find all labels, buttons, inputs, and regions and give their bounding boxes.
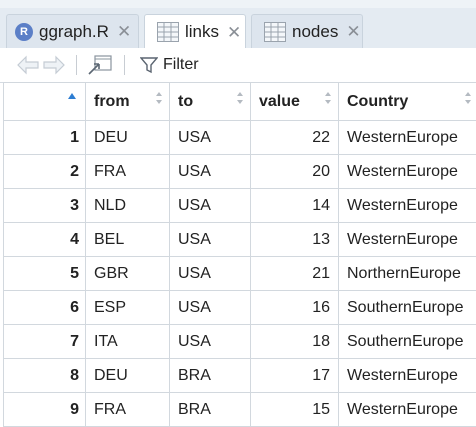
filter-label: Filter <box>163 56 199 74</box>
tab-bar: R ggraph.R ✕ links ✕ nodes ✕ <box>0 0 476 49</box>
toolbar-separator <box>124 55 125 75</box>
cell-to: USA <box>170 291 251 325</box>
tab-ggraph-r[interactable]: R ggraph.R ✕ <box>6 14 139 48</box>
show-in-window-icon[interactable] <box>87 54 113 76</box>
table-row: 3 NLD USA 14 WesternEurope <box>4 189 476 223</box>
close-icon[interactable]: ✕ <box>227 24 241 41</box>
sort-ascending-icon <box>67 92 77 100</box>
cell-value: 13 <box>251 223 339 257</box>
row-index: 7 <box>4 325 86 359</box>
cell-to: USA <box>170 257 251 291</box>
cell-value: 16 <box>251 291 339 325</box>
cell-value: 17 <box>251 359 339 393</box>
cell-country: WesternEurope <box>339 393 476 427</box>
row-index: 6 <box>4 291 86 325</box>
data-grid: from to value <box>3 82 476 427</box>
table-row: 4 BEL USA 13 WesternEurope <box>4 223 476 257</box>
table-row: 8 DEU BRA 17 WesternEurope <box>4 359 476 393</box>
cell-to: USA <box>170 325 251 359</box>
column-header-country[interactable]: Country <box>339 83 476 121</box>
filter-icon <box>140 56 158 74</box>
table-row: 9 FRA BRA 15 WesternEurope <box>4 393 476 427</box>
tab-links[interactable]: links ✕ <box>144 14 246 49</box>
table-row: 2 FRA USA 20 WesternEurope <box>4 155 476 189</box>
forward-arrow-icon[interactable] <box>42 54 66 76</box>
close-icon[interactable]: ✕ <box>346 23 360 40</box>
cell-to: BRA <box>170 393 251 427</box>
r-file-icon: R <box>15 23 33 41</box>
tab-nodes[interactable]: nodes ✕ <box>251 14 363 48</box>
cell-to: USA <box>170 223 251 257</box>
table-row: 5 GBR USA 21 NorthernEurope <box>4 257 476 291</box>
column-header-from[interactable]: from <box>86 83 170 121</box>
column-header-label: value <box>259 93 300 110</box>
row-index: 3 <box>4 189 86 223</box>
cell-country: SouthernEurope <box>339 291 476 325</box>
table-row: 7 ITA USA 18 SouthernEurope <box>4 325 476 359</box>
cell-to: USA <box>170 121 251 155</box>
back-arrow-icon[interactable] <box>16 54 40 76</box>
cell-value: 20 <box>251 155 339 189</box>
table-icon <box>264 22 286 42</box>
cell-from: GBR <box>86 257 170 291</box>
cell-from: NLD <box>86 189 170 223</box>
cell-to: USA <box>170 189 251 223</box>
column-header-value[interactable]: value <box>251 83 339 121</box>
cell-country: NorthernEurope <box>339 257 476 291</box>
table-row: 1 DEU USA 22 WesternEurope <box>4 121 476 155</box>
cell-country: WesternEurope <box>339 189 476 223</box>
cell-country: WesternEurope <box>339 223 476 257</box>
row-index: 8 <box>4 359 86 393</box>
cell-country: WesternEurope <box>339 155 476 189</box>
toolbar: Filter <box>0 48 476 83</box>
tab-label: nodes <box>292 22 338 42</box>
cell-country: SouthernEurope <box>339 325 476 359</box>
table-row: 6 ESP USA 16 SouthernEurope <box>4 291 476 325</box>
row-index: 1 <box>4 121 86 155</box>
cell-to: USA <box>170 155 251 189</box>
row-index-header[interactable] <box>4 83 86 121</box>
sort-icon <box>464 91 472 105</box>
column-header-label: from <box>94 93 130 110</box>
cell-to: BRA <box>170 359 251 393</box>
tab-label: ggraph.R <box>39 22 109 42</box>
cell-value: 18 <box>251 325 339 359</box>
column-header-label: Country <box>347 93 408 110</box>
row-index: 5 <box>4 257 86 291</box>
cell-from: ESP <box>86 291 170 325</box>
cell-from: BEL <box>86 223 170 257</box>
row-index: 2 <box>4 155 86 189</box>
cell-from: DEU <box>86 359 170 393</box>
table-icon <box>157 22 179 42</box>
row-index: 4 <box>4 223 86 257</box>
header-row: from to value <box>4 83 476 121</box>
sort-icon <box>236 91 244 105</box>
tab-bar-top <box>0 0 476 8</box>
sort-icon <box>155 91 163 105</box>
cell-country: WesternEurope <box>339 359 476 393</box>
column-header-label: to <box>178 93 193 110</box>
toolbar-separator <box>76 55 77 75</box>
close-icon[interactable]: ✕ <box>117 23 131 40</box>
cell-from: DEU <box>86 121 170 155</box>
cell-value: 22 <box>251 121 339 155</box>
cell-from: FRA <box>86 155 170 189</box>
row-index: 9 <box>4 393 86 427</box>
cell-from: FRA <box>86 393 170 427</box>
tab-label: links <box>185 22 219 42</box>
data-table: from to value <box>3 82 476 427</box>
sort-icon <box>324 91 332 105</box>
cell-value: 14 <box>251 189 339 223</box>
cell-value: 21 <box>251 257 339 291</box>
filter-button[interactable]: Filter <box>140 53 199 77</box>
cell-country: WesternEurope <box>339 121 476 155</box>
cell-from: ITA <box>86 325 170 359</box>
column-header-to[interactable]: to <box>170 83 251 121</box>
cell-value: 15 <box>251 393 339 427</box>
